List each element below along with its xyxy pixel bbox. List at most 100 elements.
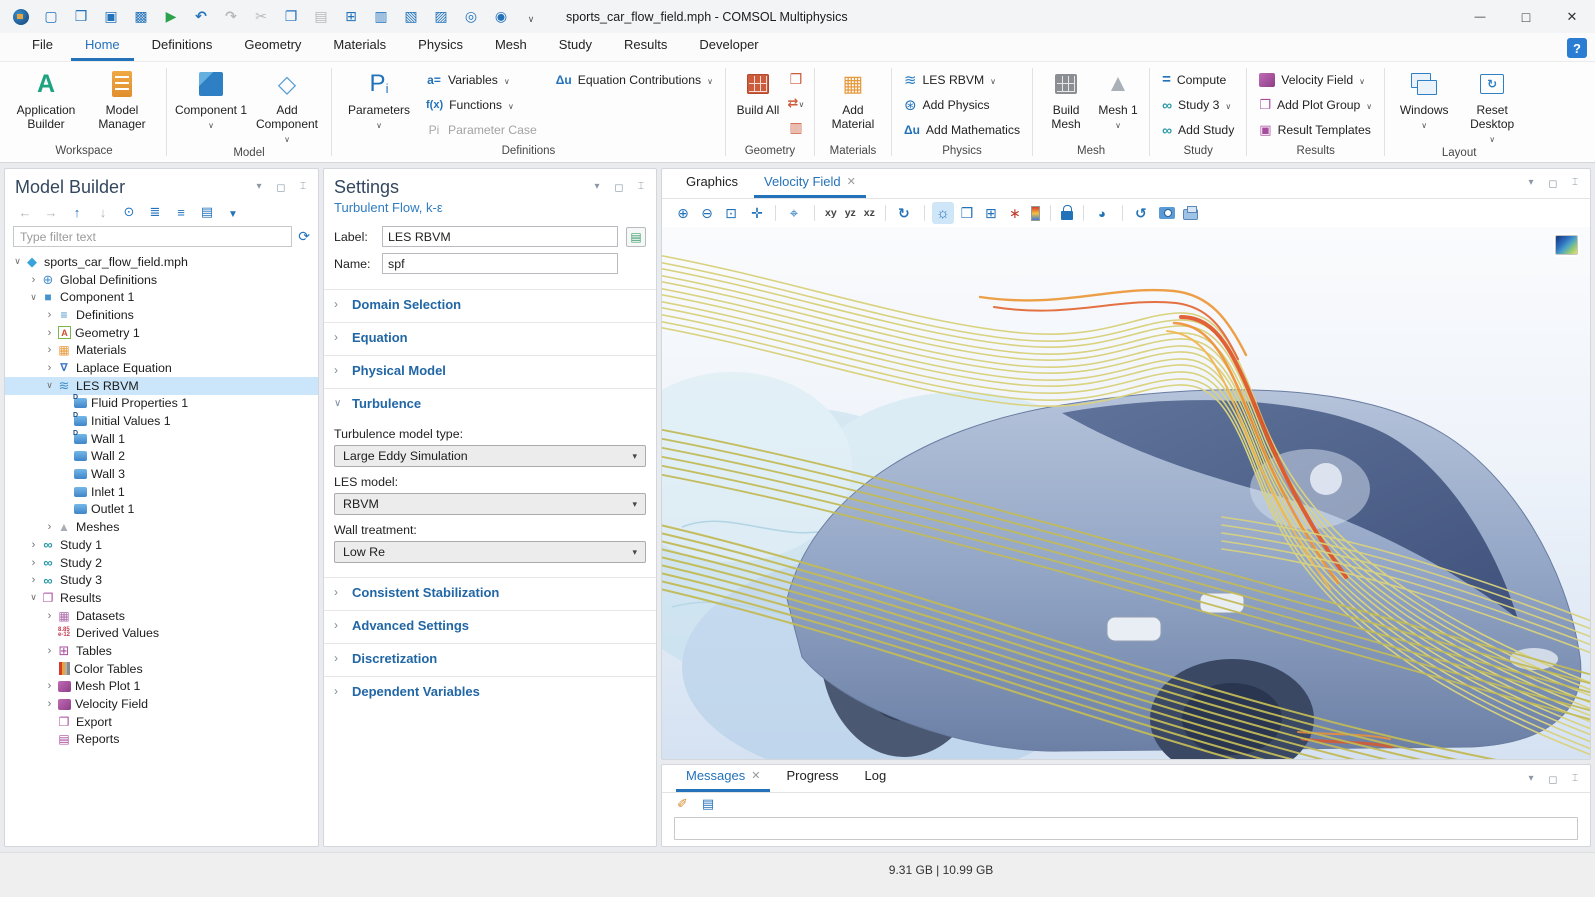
- tree-expander-icon[interactable]: [43, 327, 56, 339]
- graphics-tool-button[interactable]: [1058, 202, 1076, 224]
- graphics-tool-button[interactable]: [1156, 202, 1178, 224]
- graphics-tool-button[interactable]: [720, 202, 744, 224]
- graphics-tool-button[interactable]: [1050, 205, 1051, 221]
- tree-item[interactable]: Global Definitions: [5, 271, 318, 289]
- graphics-tool-button[interactable]: [1122, 205, 1123, 221]
- equation-contributions-button[interactable]: Δu Equation Contributions: [550, 67, 719, 92]
- model-builder-tool-button[interactable]: [117, 202, 141, 222]
- section-dependent-variables[interactable]: Dependent Variables: [324, 676, 656, 705]
- plot-thumbnail-button[interactable]: [1555, 235, 1578, 255]
- panel-float-icon[interactable]: [612, 181, 626, 194]
- qat-button[interactable]: [218, 5, 244, 29]
- tree-expander-icon[interactable]: [27, 274, 40, 286]
- tab-close-icon[interactable]: ✕: [847, 175, 856, 188]
- tree-item[interactable]: Export: [5, 713, 318, 731]
- panel-pin-icon[interactable]: [296, 181, 310, 194]
- tree-item[interactable]: Materials: [5, 341, 318, 359]
- tree-expander-icon[interactable]: [43, 309, 56, 321]
- qat-button[interactable]: [158, 5, 184, 29]
- parameters-button[interactable]: Parameters: [338, 67, 420, 131]
- close-button[interactable]: [1549, 0, 1595, 33]
- graphics-tool-button[interactable]: [696, 202, 718, 224]
- graphics-tool-button[interactable]: [775, 205, 776, 221]
- result-templates-button[interactable]: Result Templates: [1253, 117, 1378, 142]
- reset-desktop-button[interactable]: Reset Desktop: [1457, 67, 1527, 145]
- section-advanced-settings[interactable]: Advanced Settings: [324, 610, 656, 639]
- graphics-tool-button[interactable]: [1083, 205, 1084, 221]
- refresh-icon[interactable]: ⟳: [298, 228, 310, 245]
- graphics-tool-button[interactable]: [1091, 202, 1115, 224]
- graphics-tool-button[interactable]: [956, 202, 978, 224]
- add-physics-button[interactable]: Add Physics: [898, 92, 1026, 117]
- model-builder-tool-button[interactable]: [91, 202, 115, 222]
- qat-button[interactable]: [278, 5, 304, 29]
- minimize-button[interactable]: [1457, 0, 1503, 33]
- graphics-tool-button[interactable]: [924, 205, 925, 221]
- ribbon-tab[interactable]: Developer: [685, 32, 772, 61]
- ribbon-tab[interactable]: Definitions: [138, 32, 227, 61]
- turbulence-model-type-select[interactable]: Large Eddy Simulation ▾: [334, 445, 646, 467]
- tree-item[interactable]: Component 1: [5, 288, 318, 306]
- messages-tab[interactable]: Messages ✕: [676, 763, 770, 792]
- variables-button[interactable]: a= Variables: [420, 67, 516, 92]
- tree-item[interactable]: Study 1: [5, 536, 318, 554]
- tree-expander-icon[interactable]: [43, 380, 56, 391]
- model-builder-tool-button[interactable]: [169, 202, 193, 222]
- messages-tool-button[interactable]: [699, 793, 717, 815]
- tree-expander-icon[interactable]: [27, 539, 40, 551]
- graphics-tool-button[interactable]: [1004, 202, 1026, 224]
- model-builder-tool-button[interactable]: [65, 202, 89, 222]
- panel-menu-icon[interactable]: [1524, 177, 1538, 190]
- graphics-tool-button[interactable]: yz: [842, 202, 859, 224]
- ribbon-tab[interactable]: File: [18, 32, 67, 61]
- graphics-tool-button[interactable]: [932, 202, 954, 224]
- messages-tab[interactable]: Progress ✕: [776, 763, 848, 792]
- ribbon-tab[interactable]: Home: [71, 32, 134, 61]
- les-model-select[interactable]: RBVM ▾: [334, 493, 646, 515]
- ribbon-tab[interactable]: Materials: [319, 32, 400, 61]
- build-all-button[interactable]: Build All: [732, 67, 784, 117]
- section-physical-model[interactable]: Physical Model: [324, 355, 656, 384]
- parameter-case-button[interactable]: Pi Parameter Case: [420, 117, 719, 142]
- name-input[interactable]: [382, 253, 618, 274]
- qat-button[interactable]: [8, 5, 34, 29]
- study-3-button[interactable]: Study 3: [1156, 92, 1240, 117]
- ribbon-tab[interactable]: Study: [545, 32, 606, 61]
- model-builder-tool-button[interactable]: [221, 202, 245, 222]
- section-turbulence[interactable]: Turbulence: [324, 388, 656, 417]
- label-input[interactable]: [382, 226, 618, 247]
- tree-item[interactable]: Reports: [5, 731, 318, 749]
- model-builder-tool-button[interactable]: [39, 202, 63, 222]
- build-mesh-button[interactable]: Build Mesh: [1039, 67, 1093, 131]
- rebuild-button[interactable]: [784, 91, 808, 115]
- ribbon-tab[interactable]: Results: [610, 32, 681, 61]
- tree-expander-icon[interactable]: [27, 557, 40, 569]
- tab-close-icon[interactable]: ✕: [751, 769, 760, 782]
- panel-float-icon[interactable]: [274, 181, 288, 194]
- component-1-button[interactable]: Component 1: [173, 67, 249, 131]
- tree-expander-icon[interactable]: [43, 610, 56, 622]
- panel-pin-icon[interactable]: [1568, 773, 1582, 786]
- tree-item[interactable]: Initial Values 1: [5, 412, 318, 430]
- qat-button[interactable]: [68, 5, 94, 29]
- tree-expander-icon[interactable]: [43, 698, 56, 710]
- tree-item[interactable]: Meshes: [5, 518, 318, 536]
- messages-tab[interactable]: Log ✕: [855, 763, 897, 792]
- maximize-button[interactable]: [1503, 0, 1549, 33]
- ribbon-tab[interactable]: Geometry: [230, 32, 315, 61]
- tree-expander-icon[interactable]: [43, 680, 56, 692]
- graphics-tool-button[interactable]: [980, 202, 1002, 224]
- compute-button[interactable]: Compute: [1156, 67, 1240, 92]
- tree-item[interactable]: sports_car_flow_field.mph: [5, 253, 318, 271]
- qat-button[interactable]: [188, 5, 214, 29]
- tree-item[interactable]: Derived Values: [5, 624, 318, 642]
- panel-menu-icon[interactable]: [1524, 773, 1538, 786]
- tree-item[interactable]: Study 3: [5, 571, 318, 589]
- qat-button[interactable]: [518, 5, 544, 29]
- tree-item[interactable]: Wall 2: [5, 448, 318, 466]
- graphics-tool-button[interactable]: [814, 205, 815, 221]
- physics-interface-button[interactable]: LES RBVM: [898, 67, 1026, 92]
- graphics-tool-button[interactable]: [746, 202, 768, 224]
- tree-expander-icon[interactable]: [11, 256, 24, 267]
- graphics-tool-button[interactable]: [672, 202, 694, 224]
